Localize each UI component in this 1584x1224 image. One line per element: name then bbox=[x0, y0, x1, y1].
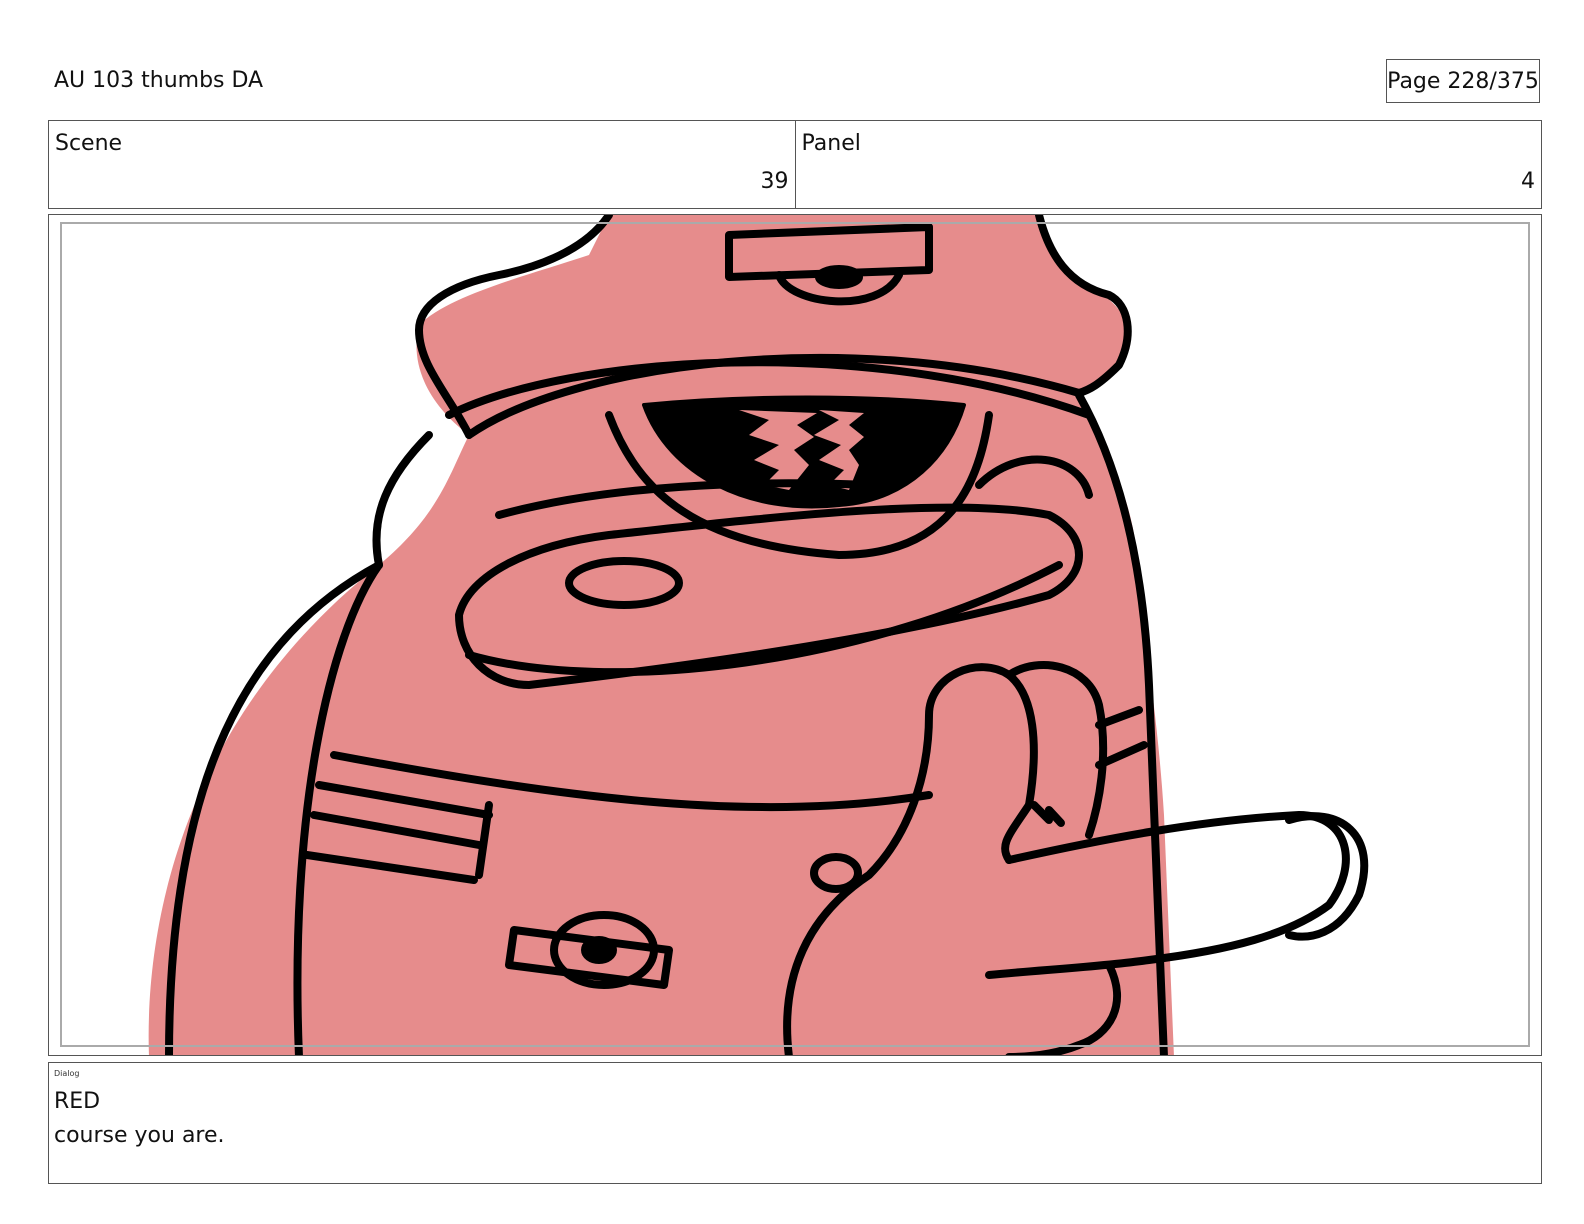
scene-label: Scene bbox=[55, 131, 123, 156]
character-fill bbox=[148, 215, 1174, 1055]
scene-cell: Scene 39 bbox=[49, 121, 795, 208]
storyboard-panel bbox=[48, 214, 1542, 1056]
panel-label: Panel bbox=[801, 131, 861, 156]
character-drawing bbox=[148, 215, 1369, 1055]
page-number: Page 228/375 bbox=[1386, 59, 1540, 103]
scene-panel-info: Scene 39 Panel 4 bbox=[48, 120, 1542, 209]
dialog-speaker: RED bbox=[54, 1089, 101, 1114]
panel-cell: Panel 4 bbox=[794, 121, 1542, 208]
dialog-line: course you are. bbox=[54, 1123, 225, 1148]
document-title: AU 103 thumbs DA bbox=[54, 68, 264, 93]
dialog-label: Dialog bbox=[54, 1069, 80, 1078]
dialog-box: Dialog RED course you are. bbox=[48, 1062, 1542, 1184]
panel-number: 4 bbox=[1521, 169, 1535, 194]
scene-number: 39 bbox=[760, 169, 789, 194]
